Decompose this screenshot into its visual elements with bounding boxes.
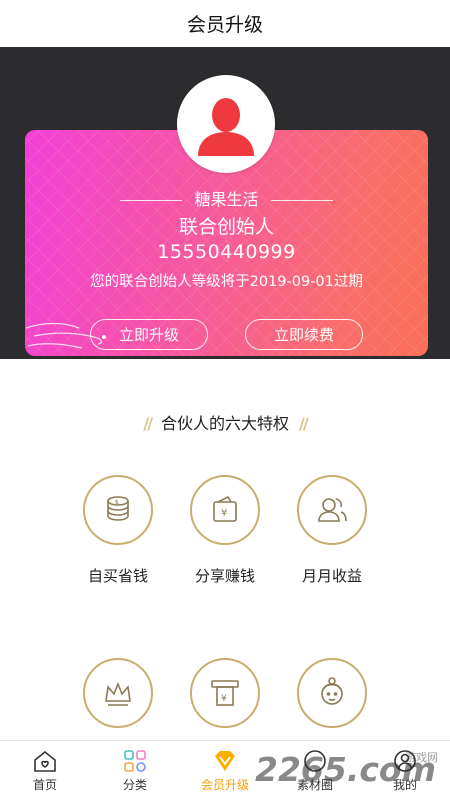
tab-label: 分类 xyxy=(122,778,147,792)
privilege-circle xyxy=(297,475,367,545)
privilege-item-service[interactable] xyxy=(277,658,387,728)
member-phone: 15550440999 xyxy=(157,241,296,263)
user-silhouette-icon xyxy=(198,98,254,156)
tab-label: 会员升级 xyxy=(200,778,249,792)
title-deco-right: // xyxy=(299,414,309,433)
watermark: 2265.com xyxy=(254,750,436,789)
wallet-icon: ¥ xyxy=(213,495,237,522)
privilege-label: 月月收益 xyxy=(301,567,362,585)
privilege-label: 自买省钱 xyxy=(87,567,148,585)
privilege-circle: ¥ xyxy=(190,658,260,728)
category-icon xyxy=(124,750,146,772)
privilege-circle xyxy=(297,658,367,728)
page-title: 会员升级 xyxy=(186,14,263,36)
svg-text:¥: ¥ xyxy=(221,694,227,704)
avatar[interactable] xyxy=(177,75,275,173)
coins-icon: $ xyxy=(107,496,129,521)
tab-home[interactable]: 首页 xyxy=(0,741,90,800)
privilege-item-monthly[interactable]: 月月收益 xyxy=(277,475,387,586)
title-bar: 会员升级 xyxy=(0,0,450,47)
privilege-circle xyxy=(83,658,153,728)
home-icon xyxy=(34,750,56,772)
expire-note: 您的联合创始人等级将于2019-09-01过期 xyxy=(90,274,363,290)
upgrade-button[interactable]: 立即升级 xyxy=(90,319,208,350)
tab-label: 首页 xyxy=(32,778,57,792)
privilege-item-atm[interactable]: ¥ xyxy=(170,658,280,728)
divider-right xyxy=(270,200,333,201)
privilege-item-share[interactable]: ¥ 分享赚钱 xyxy=(170,475,280,586)
member-level: 联合创始人 xyxy=(178,216,274,238)
privilege-item-save[interactable]: $ 自买省钱 xyxy=(63,475,173,586)
renew-button[interactable]: 立即续费 xyxy=(245,319,363,350)
privilege-circle: ¥ xyxy=(190,475,260,545)
crown-icon xyxy=(105,681,131,706)
privilege-item-crown[interactable] xyxy=(63,658,173,728)
privileges-title: // 合伙人的六大特权 // xyxy=(0,410,450,434)
atm-icon: ¥ xyxy=(211,680,239,706)
privileges-title-text: 合伙人的六大特权 xyxy=(160,414,289,433)
users-icon xyxy=(318,498,347,522)
shop-name: 糖果生活 xyxy=(194,190,259,209)
privilege-circle: $ xyxy=(83,475,153,545)
tab-category[interactable]: 分类 xyxy=(90,741,180,800)
svg-text:$: $ xyxy=(115,499,119,506)
title-deco-left: // xyxy=(143,414,153,433)
privilege-label: 分享赚钱 xyxy=(194,567,255,585)
shop-name-row: 糖果生活 xyxy=(25,186,428,210)
svg-text:¥: ¥ xyxy=(221,508,227,519)
girl-face-icon xyxy=(321,677,343,705)
diamond-icon xyxy=(215,751,235,771)
divider-left xyxy=(120,200,183,201)
